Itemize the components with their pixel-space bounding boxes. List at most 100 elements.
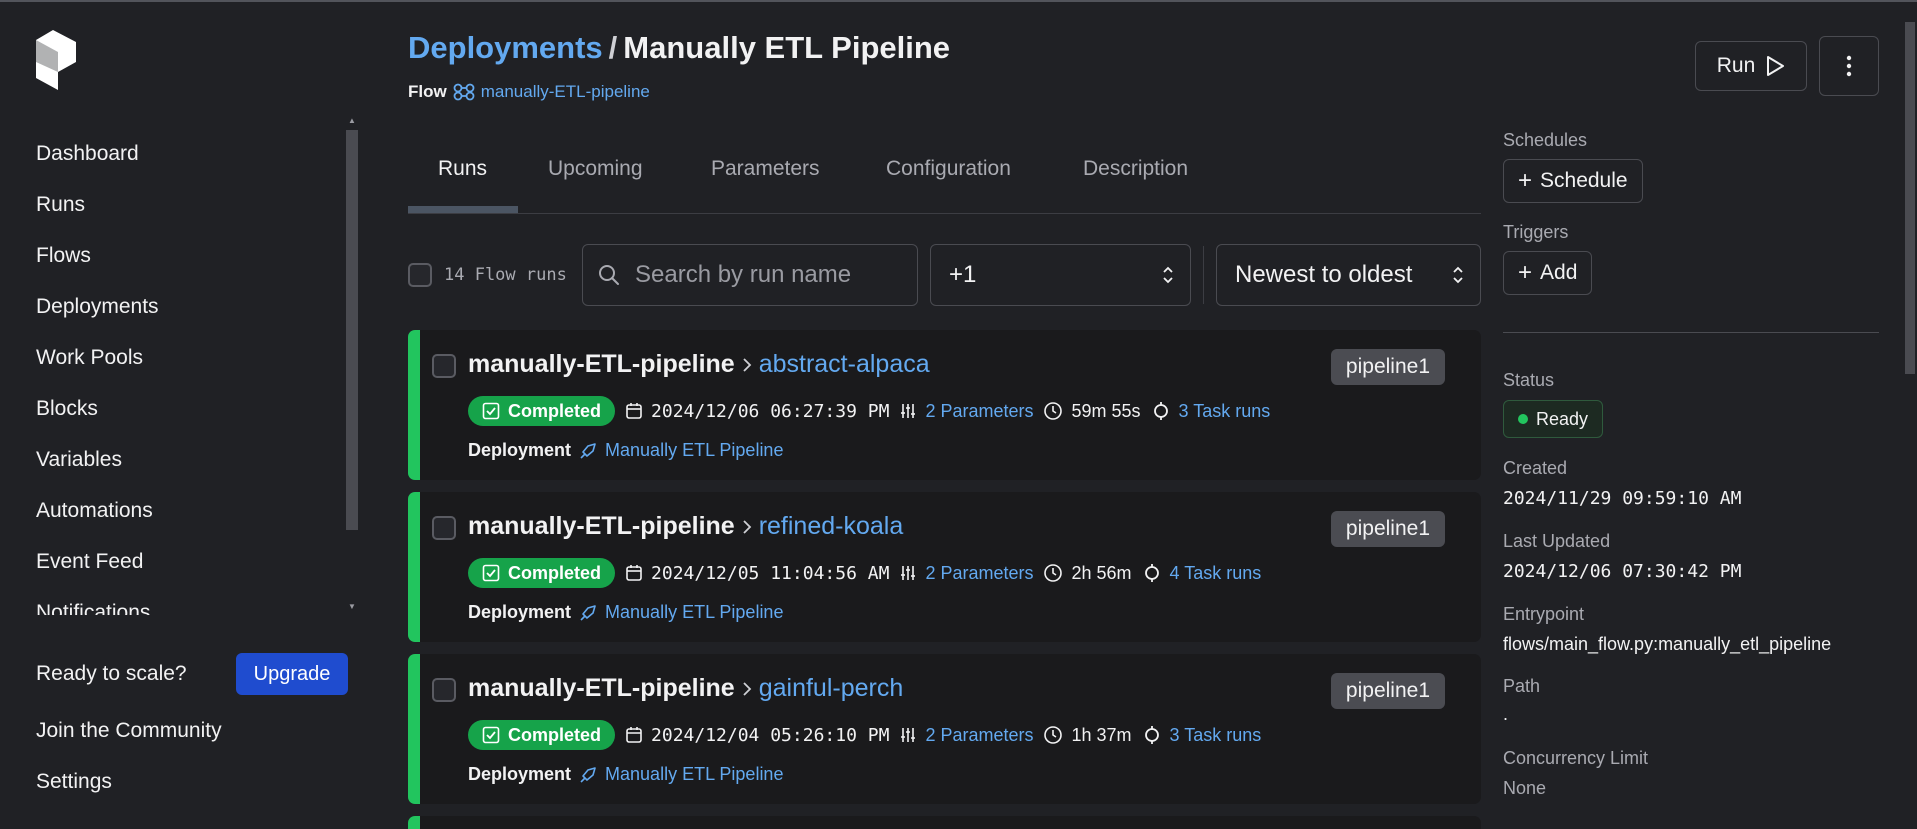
more-options-button[interactable] — [1819, 36, 1879, 96]
sidebar-item-flows[interactable]: Flows — [36, 244, 91, 268]
start-time-value: 2024/12/06 06:27:39 PM — [651, 400, 890, 422]
flow-run-card[interactable]: manually-ETL-pipeline abstract-alpaca pi… — [408, 330, 1481, 480]
parameters[interactable]: 2 Parameters — [899, 401, 1033, 422]
flow-run-card[interactable]: manually-ETL-pipeline gainful-perch pipe… — [408, 654, 1481, 804]
flow-run-card[interactable]: manually-ETL-pipeline refined-koala pipe… — [408, 492, 1481, 642]
plus-icon: + — [1518, 259, 1533, 286]
settings-link[interactable]: Settings — [36, 770, 112, 794]
search-input[interactable]: Search by run name — [582, 244, 918, 306]
sort-select[interactable]: Newest to oldest — [1216, 244, 1481, 306]
state-badge: Completed — [468, 396, 616, 426]
search-icon — [599, 265, 619, 285]
run-tag: pipeline1 — [1330, 511, 1445, 547]
scroll-down-icon[interactable]: ▼ — [346, 602, 358, 611]
clock-icon — [1044, 564, 1063, 582]
parameters[interactable]: 2 Parameters — [899, 563, 1033, 584]
sidebar-item-event-feed[interactable]: Event Feed — [36, 550, 143, 574]
join-community-link[interactable]: Join the Community — [36, 719, 222, 743]
run-flow-name[interactable]: manually-ETL-pipeline — [468, 512, 735, 541]
add-schedule-button[interactable]: + Schedule — [1503, 159, 1643, 203]
add-trigger-button[interactable]: + Add — [1503, 251, 1593, 295]
scroll-up-icon[interactable]: ▲ — [346, 116, 358, 125]
prefect-logo-icon[interactable] — [36, 30, 76, 90]
select-all-checkbox[interactable] — [408, 263, 432, 287]
run-name-link[interactable]: refined-koala — [759, 512, 904, 541]
sort-value: Newest to oldest — [1235, 261, 1413, 288]
duration-value: 59m 55s — [1071, 400, 1141, 421]
parameters[interactable]: 2 Parameters — [899, 725, 1033, 746]
page-scrollbar[interactable] — [1905, 22, 1915, 374]
parameters-link[interactable]: 2 Parameters — [925, 563, 1033, 584]
run-flow-name[interactable]: manually-ETL-pipeline — [468, 350, 735, 379]
run-checkbox[interactable] — [432, 516, 456, 540]
sidebar-nav: Dashboard Runs Flows Deployments Work Po… — [0, 130, 350, 615]
task-runs-link[interactable]: 3 Task runs — [1179, 401, 1271, 422]
status-badge: Ready — [1503, 400, 1604, 438]
ready-to-scale-text: Ready to scale? — [36, 662, 187, 685]
tab-configuration[interactable]: Configuration — [886, 157, 1011, 181]
sidebar-item-runs[interactable]: Runs — [36, 193, 85, 217]
task-runs[interactable]: 4 Task runs — [1142, 563, 1262, 584]
run-meta: Completed 2024/12/05 11:04:56 AM 2 Param… — [468, 558, 1261, 588]
sidebar-scrollbar[interactable] — [346, 130, 358, 530]
breadcrumb-deployments[interactable]: Deployments — [408, 30, 603, 65]
last-updated-value: 2024/12/06 07:30:42 PM — [1503, 561, 1742, 582]
calendar-icon — [626, 727, 642, 743]
deployment-label: Deployment — [468, 602, 572, 622]
status-label: Status — [1503, 370, 1555, 390]
play-icon — [1767, 56, 1785, 76]
run-deployment: Deployment Manually ETL Pipeline — [468, 602, 783, 623]
run-title: manually-ETL-pipeline abstract-alpaca — [468, 350, 930, 379]
deployment-label: Deployment — [468, 440, 572, 460]
parameters-link[interactable]: 2 Parameters — [925, 725, 1033, 746]
task-runs-link[interactable]: 3 Task runs — [1170, 725, 1262, 746]
flow-run-card[interactable] — [408, 816, 1481, 829]
parameters-link[interactable]: 2 Parameters — [925, 401, 1033, 422]
task-runs-link[interactable]: 4 Task runs — [1170, 563, 1262, 584]
tab-description[interactable]: Description — [1083, 157, 1188, 181]
calendar-icon — [626, 403, 642, 419]
rocket-icon — [580, 442, 596, 459]
deployment-link[interactable]: Manually ETL Pipeline — [605, 440, 783, 461]
run-meta: Completed 2024/12/04 05:26:10 PM 2 Param… — [468, 720, 1261, 750]
task-runs[interactable]: 3 Task runs — [1151, 401, 1271, 422]
start-time-value: 2024/12/04 05:26:10 PM — [651, 724, 890, 746]
sidebar-item-variables[interactable]: Variables — [36, 448, 122, 472]
status-dot-icon — [1518, 414, 1528, 424]
state-badge: Completed — [468, 720, 616, 750]
run-button[interactable]: Run — [1695, 41, 1807, 91]
run-checkbox[interactable] — [432, 678, 456, 702]
search-placeholder: Search by run name — [635, 261, 852, 288]
sidebar-item-blocks[interactable]: Blocks — [36, 397, 98, 421]
run-deployment: Deployment Manually ETL Pipeline — [468, 440, 783, 461]
state-filter-select[interactable]: +1 — [930, 244, 1191, 306]
flow-name-link[interactable]: manually-ETL-pipeline — [481, 82, 650, 102]
run-meta: Completed 2024/12/06 06:27:39 PM 2 Param… — [468, 396, 1270, 426]
tab-runs[interactable]: Runs — [438, 157, 487, 181]
breadcrumb-separator: / — [608, 30, 618, 65]
sidebar-item-work-pools[interactable]: Work Pools — [36, 346, 143, 370]
upgrade-button[interactable]: Upgrade — [236, 653, 348, 695]
check-square-icon — [482, 564, 500, 582]
run-tag: pipeline1 — [1330, 673, 1445, 709]
rocket-icon — [580, 766, 596, 783]
duration: 1h 37m — [1043, 725, 1132, 746]
task-runs[interactable]: 3 Task runs — [1142, 725, 1262, 746]
plus-icon: + — [1518, 167, 1533, 194]
status-value: Ready — [1536, 408, 1589, 429]
run-name-link[interactable]: gainful-perch — [759, 674, 904, 703]
state-color-bar — [408, 330, 420, 480]
state-color-bar — [408, 654, 420, 804]
sidebar-item-notifications[interactable]: Notifications — [36, 601, 150, 615]
deployment-link[interactable]: Manually ETL Pipeline — [605, 602, 783, 623]
deployment-link[interactable]: Manually ETL Pipeline — [605, 764, 783, 785]
run-flow-name[interactable]: manually-ETL-pipeline — [468, 674, 735, 703]
tab-parameters[interactable]: Parameters — [711, 157, 820, 181]
sidebar-item-deployments[interactable]: Deployments — [36, 295, 159, 319]
state-label: Completed — [508, 400, 602, 421]
sidebar-item-dashboard[interactable]: Dashboard — [36, 142, 139, 166]
run-name-link[interactable]: abstract-alpaca — [759, 350, 930, 379]
tab-upcoming[interactable]: Upcoming — [548, 157, 643, 181]
run-checkbox[interactable] — [432, 354, 456, 378]
sidebar-item-automations[interactable]: Automations — [36, 499, 153, 523]
